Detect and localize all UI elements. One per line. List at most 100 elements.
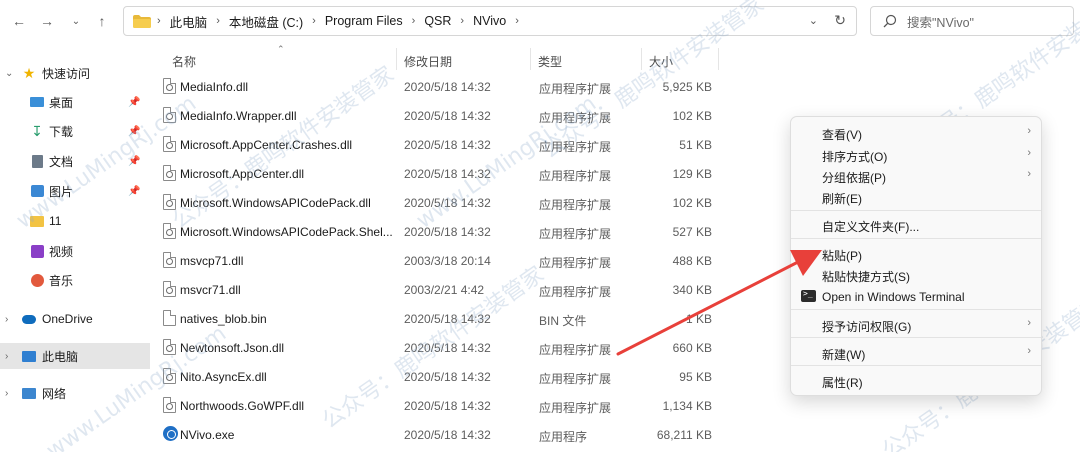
dll-file-icon: [163, 78, 176, 94]
sidebar-item-documents[interactable]: 文档 📌: [0, 148, 150, 174]
menu-item-paste-shortcut[interactable]: 粘贴快捷方式(S): [795, 264, 1039, 285]
menu-item-sort[interactable]: 排序方式(O) ›: [795, 144, 1039, 165]
file-type: BIN 文件: [539, 314, 587, 328]
file-row[interactable]: msvcp71.dll 2003/3/18 20:14 应用程序扩展 488 K…: [152, 246, 722, 275]
file-row[interactable]: Microsoft.AppCenter.dll 2020/5/18 14:32 …: [152, 159, 722, 188]
pin-icon[interactable]: 📌: [128, 126, 140, 137]
file-size: 102 KB: [672, 109, 712, 123]
file-name: Nito.AsyncEx.dll: [180, 370, 267, 384]
context-menu: 查看(V) › 排序方式(O) › 分组依据(P) › 刷新(E) 自定义文件夹…: [790, 116, 1042, 396]
file-size: 1 KB: [685, 312, 712, 326]
file-row[interactable]: msvcr71.dll 2003/2/21 4:42 应用程序扩展 340 KB: [152, 275, 722, 304]
file-size: 129 KB: [672, 167, 712, 181]
menu-item-paste[interactable]: 粘贴(P): [795, 243, 1039, 264]
file-type: 应用程序扩展: [539, 285, 612, 299]
file-type: 应用程序扩展: [539, 82, 612, 96]
file-size: 340 KB: [672, 283, 712, 297]
chevron-right-icon: ›: [1027, 345, 1031, 357]
sidebar-item-desktop[interactable]: 桌面 📌: [0, 89, 150, 115]
toolbar: ← → ⌄ ↑ › 此电脑 › 本地磁盘 (C:) › Program File…: [0, 0, 1080, 42]
file-date: 2020/5/18 14:32: [404, 109, 491, 123]
sidebar-item-this-pc[interactable]: › 此电脑: [0, 343, 150, 369]
pin-icon[interactable]: 📌: [128, 156, 140, 167]
menu-item-label: 自定义文件夹(F)...: [822, 220, 920, 234]
file-row[interactable]: Northwoods.GoWPF.dll 2020/5/18 14:32 应用程…: [152, 391, 722, 420]
sidebar-item-quick-access[interactable]: ⌄ ★ 快速访问: [0, 60, 150, 86]
chevron-right-icon: ›: [1027, 168, 1031, 180]
column-divider[interactable]: [718, 48, 719, 70]
chevron-right-icon[interactable]: ›: [5, 314, 8, 325]
chevron-right-icon: ›: [460, 15, 465, 27]
menu-item-grant-access[interactable]: 授予访问权限(G) ›: [795, 314, 1039, 335]
column-divider[interactable]: [530, 48, 531, 70]
file-date: 2020/5/18 14:32: [404, 370, 491, 384]
column-divider[interactable]: [641, 48, 642, 70]
file-size: 5,925 KB: [662, 80, 712, 94]
terminal-icon: [801, 289, 816, 302]
file-row[interactable]: Microsoft.AppCenter.Crashes.dll 2020/5/1…: [152, 130, 722, 159]
menu-item-refresh[interactable]: 刷新(E): [795, 186, 1039, 207]
menu-item-properties[interactable]: 属性(R): [795, 370, 1039, 391]
sidebar-item-downloads[interactable]: ↧ 下载 📌: [0, 118, 150, 144]
sidebar-item-onedrive[interactable]: › OneDrive: [0, 306, 150, 332]
menu-item-open-terminal[interactable]: Open in Windows Terminal: [795, 286, 1039, 307]
sidebar-item-folder-11[interactable]: 11: [0, 208, 150, 234]
forward-arrow-icon[interactable]: →: [37, 11, 57, 31]
nvivo-app-icon: [163, 426, 178, 441]
desktop-icon: [30, 95, 44, 109]
column-name-header[interactable]: 名称: [172, 53, 196, 70]
sidebar-item-label: 音乐: [49, 273, 74, 288]
navigation-pane: ⌄ ★ 快速访问 桌面 📌 ↧ 下载 📌 文档 📌 图片 📌 11 视频 音乐 …: [0, 42, 150, 452]
breadcrumb-qsr[interactable]: QSR: [424, 14, 451, 28]
file-row[interactable]: Microsoft.WindowsAPICodePack.dll 2020/5/…: [152, 188, 722, 217]
breadcrumb-nvivo[interactable]: NVivo: [473, 14, 506, 28]
column-size-header[interactable]: 大小: [649, 53, 673, 70]
refresh-icon[interactable]: ↻: [834, 12, 846, 29]
file-row[interactable]: NVivo.exe 2020/5/18 14:32 应用程序 68,211 KB: [152, 420, 722, 449]
file-row[interactable]: natives_blob.bin 2020/5/18 14:32 BIN 文件 …: [152, 304, 722, 333]
back-arrow-icon[interactable]: ←: [9, 11, 29, 31]
column-type-header[interactable]: 类型: [538, 53, 562, 70]
sidebar-item-label: 下载: [49, 124, 74, 139]
sidebar-item-videos[interactable]: 视频: [0, 238, 150, 264]
column-divider[interactable]: [396, 48, 397, 70]
pictures-icon: [30, 184, 44, 198]
file-size: 660 KB: [672, 341, 712, 355]
search-input[interactable]: 搜索"NVivo": [870, 6, 1074, 36]
sidebar-item-network[interactable]: › 网络: [0, 380, 150, 406]
recent-chevron-icon[interactable]: ⌄: [66, 11, 86, 31]
chevron-right-icon[interactable]: ›: [5, 388, 8, 399]
file-row[interactable]: Microsoft.WindowsAPICodePack.Shel... 202…: [152, 217, 722, 246]
sidebar-item-music[interactable]: 音乐: [0, 267, 150, 293]
file-name: NVivo.exe: [180, 428, 235, 442]
file-type: 应用程序扩展: [539, 256, 612, 270]
breadcrumb-program-files[interactable]: Program Files: [325, 14, 403, 28]
breadcrumb-this-pc[interactable]: 此电脑: [170, 12, 208, 31]
chevron-down-icon[interactable]: ⌄: [5, 68, 13, 79]
menu-item-group[interactable]: 分组依据(P) ›: [795, 165, 1039, 186]
menu-item-label: 新建(W): [822, 348, 866, 362]
video-icon: [30, 244, 44, 258]
file-name: msvcr71.dll: [180, 283, 241, 297]
menu-item-view[interactable]: 查看(V) ›: [795, 122, 1039, 143]
dll-file-icon: [163, 223, 176, 239]
chevron-right-icon[interactable]: ›: [5, 351, 8, 362]
pin-icon[interactable]: 📌: [128, 186, 140, 197]
up-arrow-icon[interactable]: ↑: [92, 11, 112, 31]
file-row[interactable]: MediaInfo.dll 2020/5/18 14:32 应用程序扩展 5,9…: [152, 72, 722, 101]
file-row[interactable]: Nito.AsyncEx.dll 2020/5/18 14:32 应用程序扩展 …: [152, 362, 722, 391]
breadcrumb-local-disk[interactable]: 本地磁盘 (C:): [229, 12, 303, 31]
pin-icon[interactable]: 📌: [128, 97, 140, 108]
menu-item-new[interactable]: 新建(W) ›: [795, 342, 1039, 363]
file-row[interactable]: MediaInfo.Wrapper.dll 2020/5/18 14:32 应用…: [152, 101, 722, 130]
file-type: 应用程序扩展: [539, 140, 612, 154]
chevron-down-icon[interactable]: ⌄: [809, 14, 818, 27]
chevron-right-icon: ›: [1027, 147, 1031, 159]
file-date: 2020/5/18 14:32: [404, 196, 491, 210]
file-row[interactable]: Newtonsoft.Json.dll 2020/5/18 14:32 应用程序…: [152, 333, 722, 362]
menu-item-customize-folder[interactable]: 自定义文件夹(F)...: [795, 214, 1039, 235]
address-bar[interactable]: › 此电脑 › 本地磁盘 (C:) › Program Files › QSR …: [123, 6, 857, 36]
sidebar-item-pictures[interactable]: 图片 📌: [0, 178, 150, 204]
menu-separator: [791, 309, 1041, 310]
column-date-header[interactable]: 修改日期: [404, 53, 452, 70]
